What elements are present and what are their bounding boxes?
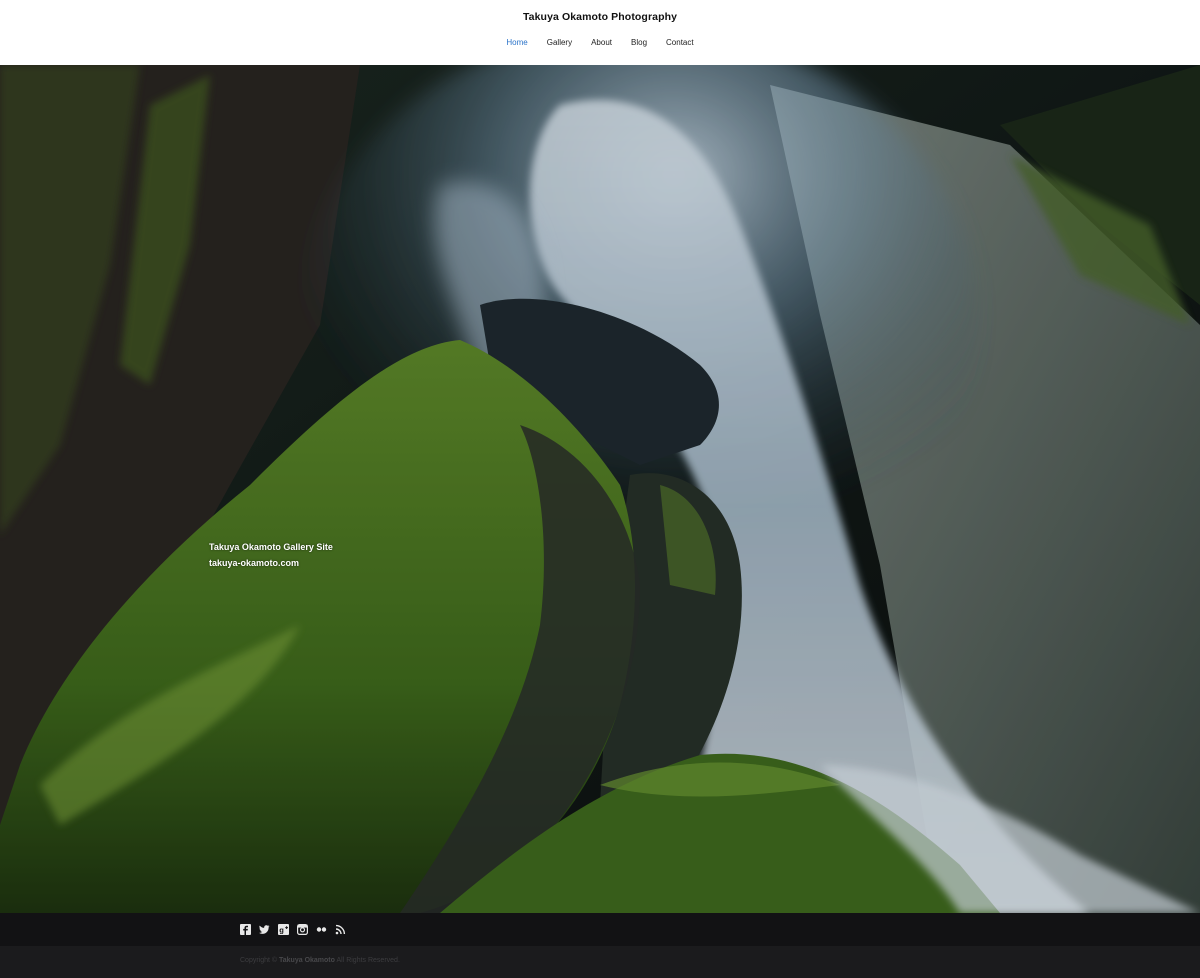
rss-icon[interactable] bbox=[335, 924, 346, 935]
nav-gallery[interactable]: Gallery bbox=[537, 38, 581, 47]
site-header: Takuya Okamoto Photography Home Gallery … bbox=[0, 0, 1200, 65]
site-title[interactable]: Takuya Okamoto Photography bbox=[0, 11, 1200, 23]
waterfall-photo bbox=[0, 65, 1200, 913]
copyright-prefix: Copyright © bbox=[240, 957, 278, 964]
caption-url[interactable]: takuya-okamoto.com bbox=[209, 556, 333, 572]
copyright-owner: Takuya Okamoto bbox=[279, 957, 335, 964]
nav-contact[interactable]: Contact bbox=[657, 38, 704, 47]
main-nav: Home Gallery About Blog Contact bbox=[0, 38, 1200, 47]
svg-text:g: g bbox=[279, 926, 284, 935]
flickr-icon[interactable] bbox=[316, 924, 327, 935]
twitter-icon[interactable] bbox=[259, 924, 270, 935]
hero-image: Takuya Okamoto Gallery Site takuya-okamo… bbox=[0, 65, 1200, 913]
nav-blog[interactable]: Blog bbox=[622, 38, 657, 47]
social-links: g bbox=[240, 924, 346, 935]
instagram-icon[interactable] bbox=[297, 924, 308, 935]
copyright-suffix: All Rights Reserved. bbox=[336, 957, 400, 964]
google-plus-icon[interactable]: g bbox=[278, 924, 289, 935]
copyright-text: Copyright © Takuya Okamoto All Rights Re… bbox=[240, 957, 400, 964]
site-footer: Copyright © Takuya Okamoto All Rights Re… bbox=[0, 946, 1200, 978]
caption-title: Takuya Okamoto Gallery Site bbox=[209, 542, 333, 552]
facebook-icon[interactable] bbox=[240, 924, 251, 935]
hero-caption: Takuya Okamoto Gallery Site takuya-okamo… bbox=[209, 540, 333, 571]
nav-home[interactable]: Home bbox=[497, 38, 537, 47]
social-bar: g bbox=[0, 913, 1200, 946]
nav-about[interactable]: About bbox=[582, 38, 622, 47]
